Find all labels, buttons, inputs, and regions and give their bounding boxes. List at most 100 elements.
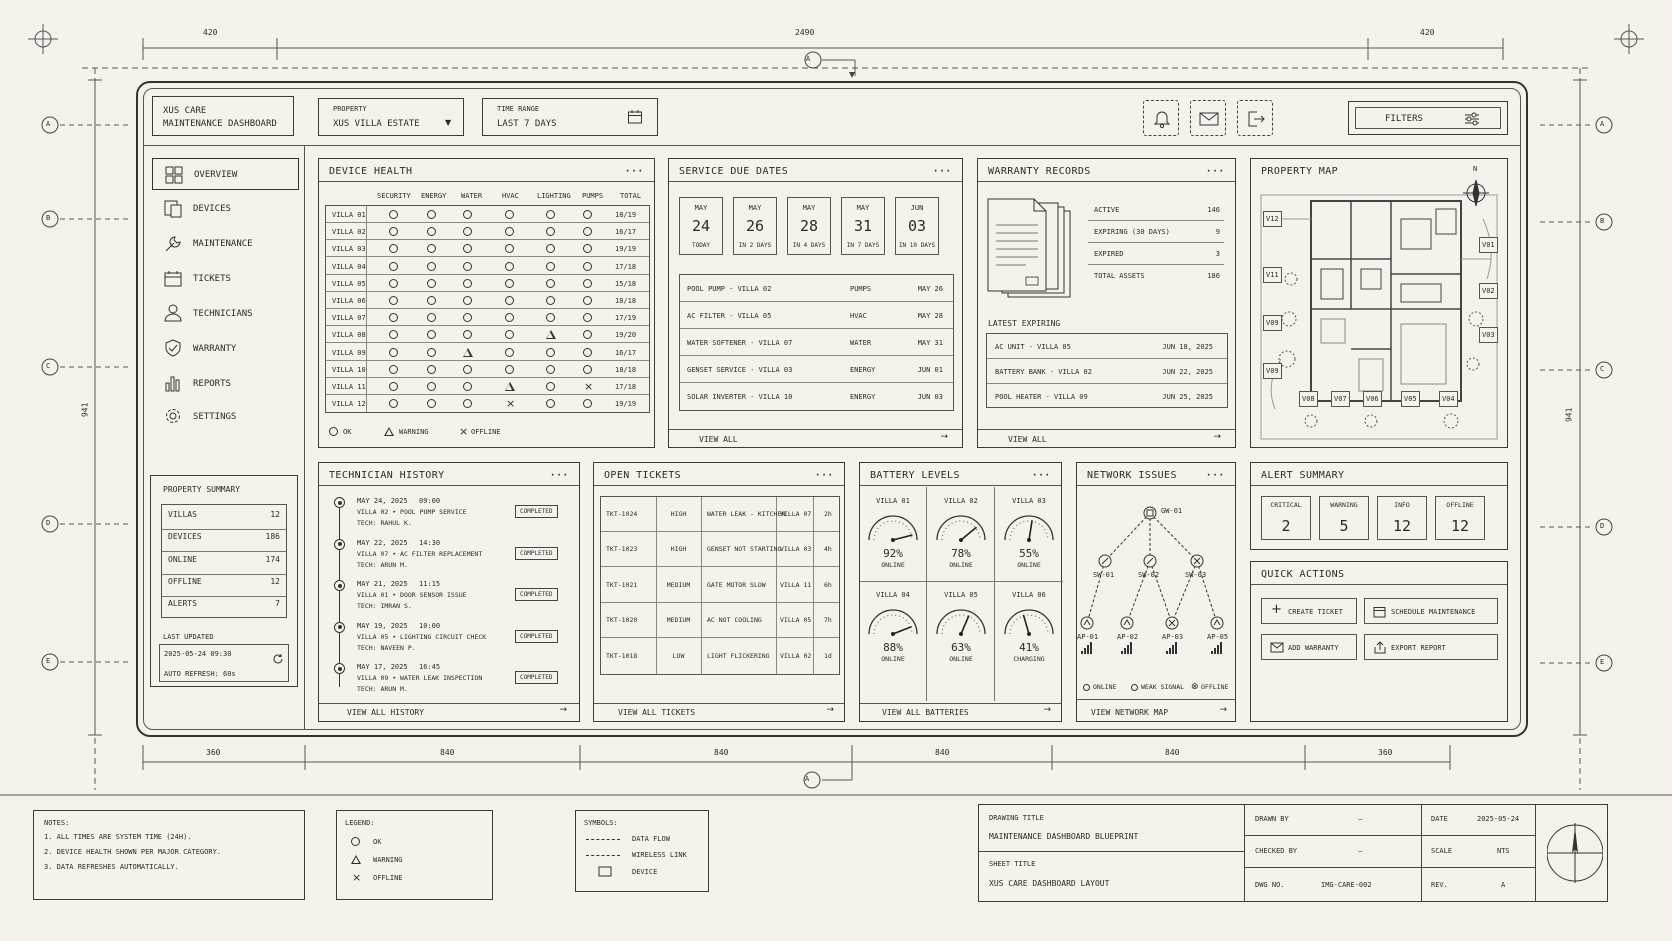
villa-label: VILLA 01 xyxy=(332,211,366,219)
alert-card[interactable]: INFO 12 xyxy=(1377,496,1427,540)
history-entry[interactable]: MAY 22, 2025 14:30 VILLA 07 • AC FILTER RE… xyxy=(319,537,581,577)
ticket-row[interactable]: TKT-1020 MEDIUM AC NOT COOLING VILLA 05 7h xyxy=(601,603,839,639)
due-item[interactable]: SOLAR INVERTER - VILLA 10 ENERGY JUN 03 xyxy=(680,383,953,410)
map-villa-marker[interactable]: V07 xyxy=(1331,391,1350,408)
more-options-icon[interactable]: ··· xyxy=(550,465,569,484)
notes-box: NOTES: 1. ALL TIMES ARE SYSTEM TIME (24H… xyxy=(33,810,305,900)
time-range-select[interactable]: TIME RANGE LAST 7 DAYS xyxy=(482,98,658,136)
notifications-button[interactable] xyxy=(1143,100,1179,136)
more-options-icon[interactable]: ··· xyxy=(1206,161,1225,180)
view-all-link[interactable]: VIEW ALL xyxy=(699,435,738,445)
map-villa-marker[interactable]: V08 xyxy=(1299,391,1318,408)
ticket-row[interactable]: TKT-1021 MEDIUM GATE MOTOR SLOW VILLA 11 6h xyxy=(601,568,839,603)
arrow-right-icon[interactable]: → xyxy=(826,705,834,716)
alert-value: 12 xyxy=(1392,517,1412,535)
ok-icon xyxy=(389,296,398,305)
stat-label: TOTAL ASSETS xyxy=(1094,272,1145,280)
warranty-item[interactable]: POOL HEATER - VILLA 09 JUN 25, 2025 xyxy=(987,384,1227,409)
date-card[interactable]: MAY 26 IN 2 DAYS xyxy=(733,197,777,255)
arrow-right-icon[interactable]: → xyxy=(1213,432,1221,443)
alert-card[interactable]: WARNING 5 xyxy=(1319,496,1369,540)
sidebar-item-maintenance[interactable]: MAINTENANCE xyxy=(152,228,299,260)
legend-title: LEGEND: xyxy=(345,819,375,827)
dim-top-left: 420 xyxy=(203,28,218,37)
gauge-needle xyxy=(960,526,977,541)
due-item[interactable]: GENSET SERVICE - VILLA 03 ENERGY JUN 01 xyxy=(680,356,953,383)
sidebar-item-settings[interactable]: SETTINGS xyxy=(152,401,299,433)
map-villa-marker[interactable]: V02 xyxy=(1479,283,1498,300)
button-label: SCHEDULE MAINTENANCE xyxy=(1391,608,1476,616)
map-villa-marker[interactable]: V11 xyxy=(1263,267,1282,284)
panel-divider xyxy=(978,429,1235,430)
grid-line xyxy=(979,851,1244,852)
history-entry[interactable]: MAY 19, 2025 10:00 VILLA 05 • LIGHTING CIR… xyxy=(319,620,581,660)
create-ticket-button[interactable]: + CREATE TICKET xyxy=(1261,598,1357,624)
logout-button[interactable] xyxy=(1237,100,1273,136)
more-options-icon[interactable]: ··· xyxy=(1032,465,1051,484)
alert-card[interactable]: CRITICAL 2 xyxy=(1261,496,1311,540)
sidebar-item-warranty[interactable]: WARRANTY xyxy=(152,333,299,365)
sidebar-item-technicians[interactable]: TECHNICIANS xyxy=(152,298,299,330)
map-villa-marker[interactable]: V05 xyxy=(1401,391,1420,408)
arrow-right-icon[interactable]: → xyxy=(940,432,948,443)
map-villa-marker[interactable]: V04 xyxy=(1439,391,1458,408)
due-item[interactable]: AC FILTER - VILLA 05 HVAC MAY 28 xyxy=(680,302,953,329)
property-select[interactable]: PROPERTY XUS VILLA ESTATE ▼ xyxy=(318,98,464,136)
view-all-link[interactable]: VIEW ALL TICKETS xyxy=(618,708,695,718)
view-all-link[interactable]: VIEW NETWORK MAP xyxy=(1091,708,1168,718)
history-entry[interactable]: MAY 21, 2025 11:15 VILLA 01 • DOOR SENSOR … xyxy=(319,578,581,618)
date-card[interactable]: MAY 24 TODAY xyxy=(679,197,723,255)
map-villa-marker[interactable]: V06 xyxy=(1363,391,1382,408)
more-options-icon[interactable]: ··· xyxy=(625,161,644,180)
sidebar-item-tickets[interactable]: TICKETS xyxy=(152,263,299,295)
more-options-icon[interactable]: ··· xyxy=(933,161,952,180)
view-all-link[interactable]: VIEW ALL BATTERIES xyxy=(882,708,969,718)
arrow-right-icon[interactable]: → xyxy=(1219,705,1227,716)
export-report-button[interactable]: EXPORT REPORT xyxy=(1364,634,1498,660)
summary-row: ONLINE 174 xyxy=(162,555,286,575)
warranty-item[interactable]: AC UNIT - VILLA 05 JUN 18, 2025 xyxy=(987,334,1227,359)
ap-label: AP-03 xyxy=(1162,633,1184,641)
health-legend: OK WARNING × OFFLINE xyxy=(329,426,629,439)
messages-button[interactable] xyxy=(1190,100,1226,136)
network-panel: NETWORK ISSUES ··· GW-01 SW-01 SW-02 SW-… xyxy=(1076,462,1236,722)
ticket-row[interactable]: TKT-1018 LOW LIGHT FLICKERING VILLA 02 1d xyxy=(601,639,839,674)
schedule-maintenance-button[interactable]: SCHEDULE MAINTENANCE xyxy=(1364,598,1498,624)
sidebar-item-overview[interactable]: OVERVIEW xyxy=(152,158,299,190)
refresh-icon[interactable] xyxy=(272,653,284,665)
history-time: 16:45 xyxy=(419,663,441,671)
date-card[interactable]: JUN 03 IN 10 DAYS xyxy=(895,197,939,255)
history-date: MAY 17, 2025 xyxy=(357,663,408,671)
panel-divider xyxy=(1077,699,1235,700)
due-item[interactable]: WATER SOFTENER - VILLA 07 WATER MAY 31 xyxy=(680,329,953,356)
sidebar-item-devices[interactable]: DEVICES xyxy=(152,193,299,225)
history-entry[interactable]: MAY 17, 2025 16:45 VILLA 09 • WATER LEAK I… xyxy=(319,661,581,701)
date-card[interactable]: MAY 31 IN 7 DAYS xyxy=(841,197,885,255)
map-villa-marker[interactable]: V09 xyxy=(1263,363,1282,380)
map-villa-marker[interactable]: V01 xyxy=(1479,237,1498,254)
ticket-row[interactable]: TKT-1024 HIGH WATER LEAK - KITCHEN VILLA 07… xyxy=(601,497,839,532)
add-warranty-button[interactable]: ADD WARRANTY xyxy=(1261,634,1357,660)
history-entry[interactable]: MAY 24, 2025 09:00 VILLA 02 • POOL PUMP SE… xyxy=(319,495,581,535)
marker-a-bottom: A xyxy=(805,775,810,783)
ticket-row[interactable]: TKT-1023 HIGH GENSET NOT STARTING VILLA 03 4… xyxy=(601,532,839,568)
ticket-id: TKT-1023 xyxy=(606,545,638,554)
more-options-icon[interactable]: ··· xyxy=(815,465,834,484)
alert-card[interactable]: OFFLINE 12 xyxy=(1435,496,1485,540)
view-all-link[interactable]: VIEW ALL HISTORY xyxy=(347,708,424,718)
map-villa-marker[interactable]: V03 xyxy=(1479,327,1498,344)
health-row: VILLA 01 18/19 xyxy=(326,206,649,223)
view-all-link[interactable]: VIEW ALL xyxy=(1008,435,1047,445)
arrow-right-icon[interactable]: → xyxy=(559,705,567,716)
ticket-id: TKT-1018 xyxy=(606,651,638,660)
warranty-item[interactable]: BATTERY BANK - VILLA 02 JUN 22, 2025 xyxy=(987,359,1227,384)
sidebar-item-reports[interactable]: REPORTS xyxy=(152,368,299,400)
filters-button[interactable]: FILTERS xyxy=(1348,101,1508,135)
map-villa-marker[interactable]: V09 xyxy=(1263,315,1282,332)
date-card[interactable]: MAY 28 IN 4 DAYS xyxy=(787,197,831,255)
dwg-no: IMG-CARE-002 xyxy=(1321,881,1372,889)
due-item[interactable]: POOL PUMP - VILLA 02 PUMPS MAY 26 xyxy=(680,275,953,302)
arrow-right-icon[interactable]: → xyxy=(1043,705,1051,716)
map-villa-marker[interactable]: V12 xyxy=(1263,211,1282,228)
battery-villa: VILLA 05 xyxy=(944,591,978,599)
